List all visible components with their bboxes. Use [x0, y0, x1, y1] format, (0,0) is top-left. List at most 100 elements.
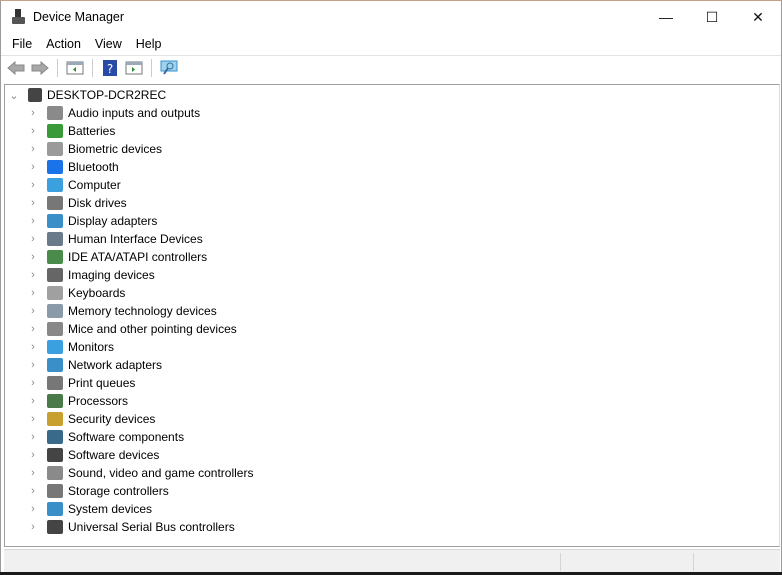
chevron-right-icon[interactable]: › — [27, 395, 39, 407]
memory-icon — [47, 304, 63, 318]
device-tree[interactable]: ⌄ DESKTOP-DCR2REC › Audio inputs and outp… — [4, 84, 780, 547]
chevron-right-icon[interactable]: › — [27, 179, 39, 191]
tree-item-label: Memory technology devices — [68, 304, 217, 318]
chevron-right-icon[interactable]: › — [27, 233, 39, 245]
chevron-right-icon[interactable]: › — [27, 377, 39, 389]
tree-item-label: Computer — [68, 178, 121, 192]
chevron-right-icon[interactable]: › — [27, 431, 39, 443]
tree-item-label: Display adapters — [68, 214, 158, 228]
display-adapter-icon — [47, 214, 63, 228]
tree-item[interactable]: › Mice and other pointing devices — [27, 320, 237, 338]
tree-item[interactable]: › Storage controllers — [27, 482, 169, 500]
tree-item[interactable]: › Human Interface Devices — [27, 230, 203, 248]
battery-icon — [47, 124, 63, 138]
menu-help[interactable]: Help — [129, 37, 169, 51]
network-icon — [47, 358, 63, 372]
toolbar-separator — [92, 58, 93, 77]
tree-root[interactable]: ⌄ DESKTOP-DCR2REC — [8, 86, 166, 104]
chevron-right-icon[interactable]: › — [27, 269, 39, 281]
tree-item[interactable]: › Universal Serial Bus controllers — [27, 518, 235, 536]
chevron-right-icon[interactable]: › — [27, 359, 39, 371]
tree-item[interactable]: › Network adapters — [27, 356, 162, 374]
chevron-right-icon[interactable]: › — [27, 521, 39, 533]
tree-item[interactable]: › IDE ATA/ATAPI controllers — [27, 248, 207, 266]
disk-drive-icon — [47, 196, 63, 210]
chevron-right-icon[interactable]: › — [27, 341, 39, 353]
tree-item[interactable]: › Security devices — [27, 410, 155, 428]
menu-action[interactable]: Action — [39, 37, 88, 51]
chevron-right-icon[interactable]: › — [27, 215, 39, 227]
tree-item[interactable]: › Biometric devices — [27, 140, 162, 158]
tree-item-label: Universal Serial Bus controllers — [68, 520, 235, 534]
root-label: DESKTOP-DCR2REC — [47, 88, 167, 102]
software-device-icon — [47, 448, 63, 462]
bluetooth-icon — [47, 160, 63, 174]
tree-item[interactable]: › Memory technology devices — [27, 302, 217, 320]
tree-item-label: Mice and other pointing devices — [68, 322, 237, 336]
chevron-right-icon[interactable]: › — [27, 251, 39, 263]
tree-item[interactable]: › Sound, video and game controllers — [27, 464, 253, 482]
tree-item[interactable]: › Display adapters — [27, 212, 157, 230]
chevron-right-icon[interactable]: › — [27, 197, 39, 209]
chevron-right-icon[interactable]: › — [27, 413, 39, 425]
tree-item-label: System devices — [68, 502, 153, 516]
chevron-right-icon[interactable]: › — [27, 161, 39, 173]
usb-icon — [47, 520, 63, 534]
chevron-right-icon[interactable]: › — [27, 323, 39, 335]
chevron-right-icon[interactable]: › — [27, 503, 39, 515]
speaker-icon — [47, 466, 63, 480]
monitor-icon — [47, 340, 63, 354]
system-devices-icon — [47, 502, 63, 516]
tree-item-label: Network adapters — [68, 358, 163, 372]
tree-item[interactable]: › Audio inputs and outputs — [27, 104, 200, 122]
chevron-right-icon[interactable]: › — [27, 125, 39, 137]
close-button[interactable]: ✕ — [735, 1, 781, 33]
tree-item[interactable]: › Software devices — [27, 446, 159, 464]
tree-item[interactable]: › Batteries — [27, 122, 115, 140]
chevron-right-icon[interactable]: › — [27, 449, 39, 461]
tree-item-label: Print queues — [68, 376, 136, 390]
tree-item[interactable]: › Computer — [27, 176, 121, 194]
tree-item-label: Imaging devices — [68, 268, 155, 282]
forward-icon[interactable] — [30, 59, 50, 77]
tree-item[interactable]: › Monitors — [27, 338, 114, 356]
chevron-right-icon[interactable]: › — [27, 287, 39, 299]
chevron-right-icon[interactable]: › — [27, 467, 39, 479]
tree-item-label: Software components — [68, 430, 185, 444]
chevron-down-icon[interactable]: ⌄ — [8, 89, 20, 102]
show-hide-console-tree-icon[interactable] — [65, 59, 85, 77]
scan-hardware-changes-icon[interactable] — [159, 59, 179, 77]
chevron-right-icon[interactable]: › — [27, 305, 39, 317]
tree-item-label: Audio inputs and outputs — [68, 106, 201, 120]
maximize-button[interactable]: ☐ — [689, 1, 735, 33]
action-pane-icon[interactable] — [124, 59, 144, 77]
toolbar-separator — [151, 58, 152, 77]
tree-item-label: Security devices — [68, 412, 156, 426]
tree-item-label: Bluetooth — [68, 160, 119, 174]
tree-item[interactable]: › System devices — [27, 500, 152, 518]
tree-item[interactable]: › Keyboards — [27, 284, 125, 302]
help-icon[interactable]: ? — [100, 59, 120, 77]
chevron-right-icon[interactable]: › — [27, 143, 39, 155]
menu-view[interactable]: View — [88, 37, 129, 51]
tree-item-label: Batteries — [68, 124, 116, 138]
tree-item[interactable]: › Imaging devices — [27, 266, 155, 284]
tree-item[interactable]: › Disk drives — [27, 194, 127, 212]
mouse-icon — [47, 322, 63, 336]
menu-file[interactable]: File — [5, 37, 39, 51]
tree-item[interactable]: › Software components — [27, 428, 184, 446]
window-title: Device Manager — [33, 10, 125, 24]
status-divider — [693, 553, 694, 571]
back-icon[interactable] — [6, 59, 26, 77]
toolbar: ? — [1, 55, 781, 79]
keyboard-icon — [47, 286, 63, 300]
tree-item[interactable]: › Print queues — [27, 374, 135, 392]
status-bar — [4, 549, 780, 572]
minimize-button[interactable]: — — [643, 1, 689, 33]
chevron-right-icon[interactable]: › — [27, 485, 39, 497]
chevron-right-icon[interactable]: › — [27, 107, 39, 119]
tree-item-label: Biometric devices — [68, 142, 163, 156]
tree-item[interactable]: › Bluetooth — [27, 158, 119, 176]
tree-item[interactable]: › Processors — [27, 392, 128, 410]
hid-icon — [47, 232, 63, 246]
